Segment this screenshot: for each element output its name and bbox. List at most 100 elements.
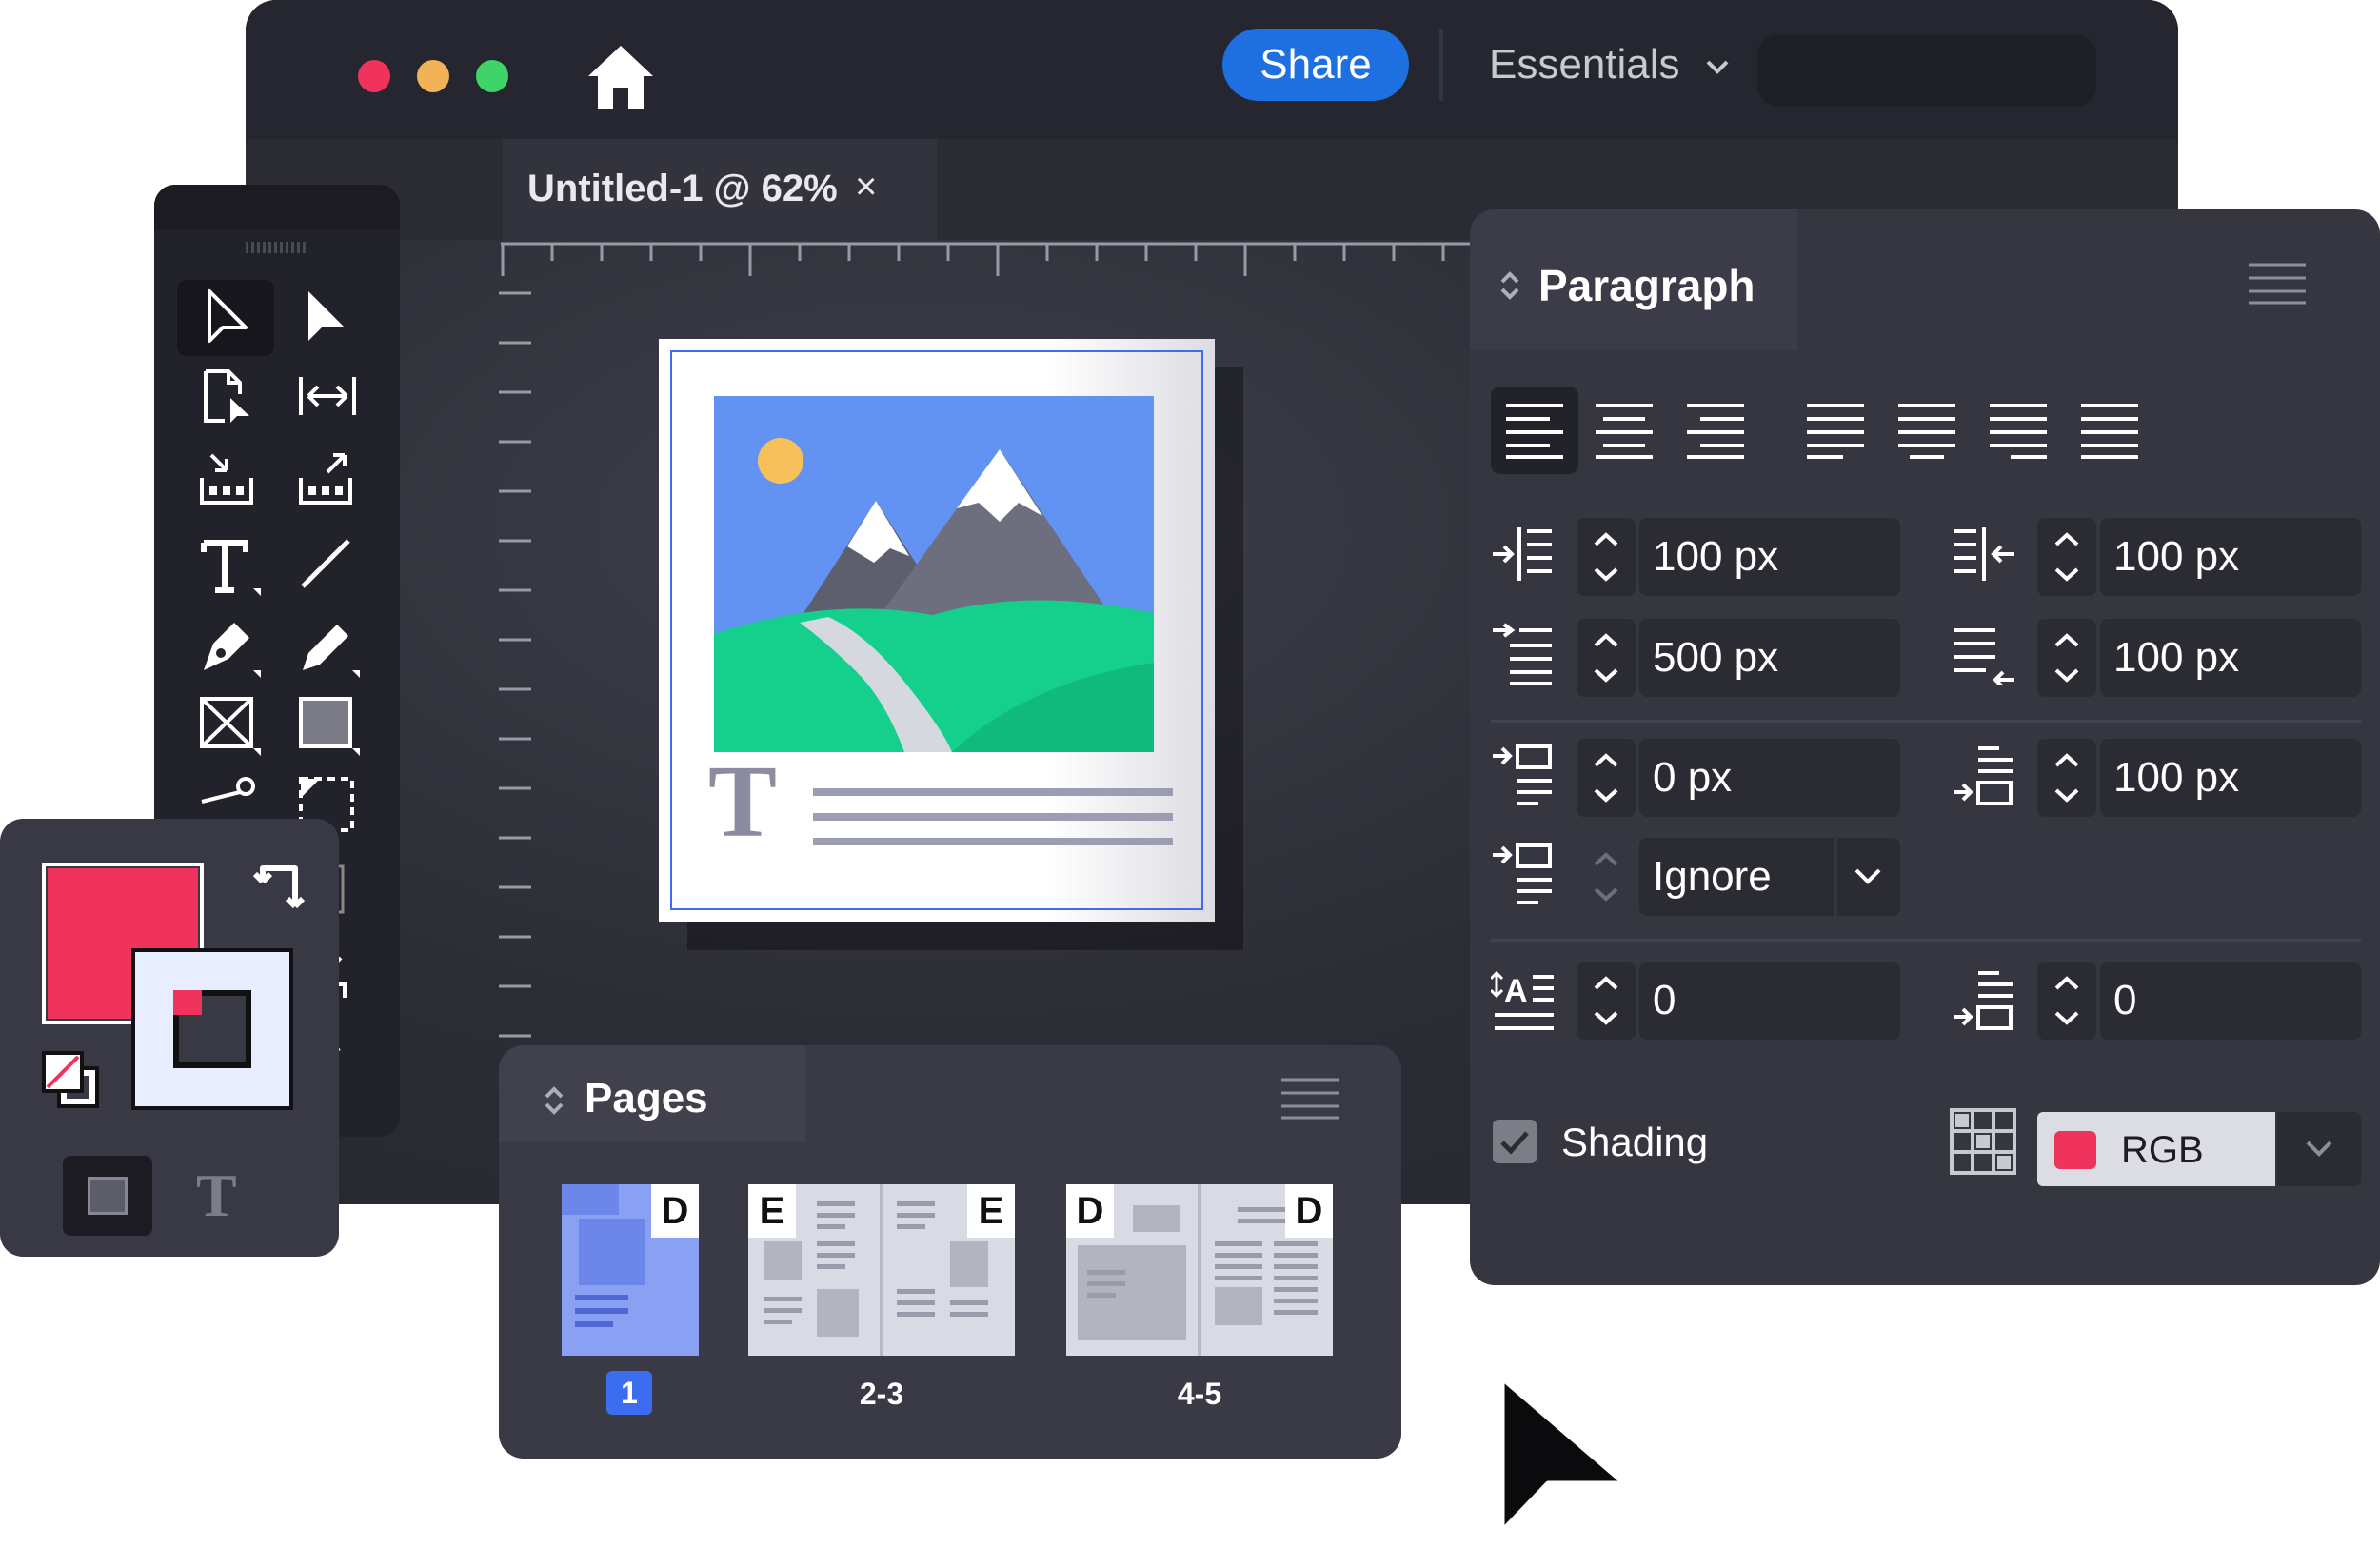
justify-left-icon[interactable] <box>1805 400 1866 461</box>
stroke-color-swatch[interactable] <box>131 948 293 1110</box>
document-tab-title: Untitled-1 @ 62% <box>527 168 838 209</box>
align-to-grid-icon <box>1493 843 1552 904</box>
tools-panel-grip[interactable] <box>154 185 400 253</box>
space-after-icon <box>1954 746 2013 805</box>
text-line <box>813 838 1173 845</box>
select-divider <box>1834 838 1837 916</box>
page-thumbnail[interactable]: D <box>562 1184 699 1356</box>
close-window-button[interactable] <box>358 60 390 92</box>
scissors-tool-icon[interactable] <box>196 773 265 821</box>
page-number-badge[interactable]: 1 <box>606 1371 652 1415</box>
section-divider <box>1491 939 2361 942</box>
shading-label: Shading <box>1561 1120 1709 1164</box>
spread-thumbnail[interactable]: D D <box>1066 1184 1333 1356</box>
color-mode-dropdown[interactable] <box>2277 1112 2361 1186</box>
drop-cap-characters-stepper[interactable] <box>2037 962 2096 1040</box>
default-colors-icon[interactable] <box>38 1047 105 1114</box>
text-placeholder-glyph: T <box>708 745 778 859</box>
document-page[interactable]: T <box>659 339 1215 922</box>
chevron-down-icon[interactable] <box>1851 861 1885 893</box>
vertical-ruler <box>499 291 531 1038</box>
rectangle-frame-tool-icon[interactable] <box>196 693 265 760</box>
search-input[interactable] <box>1757 34 2096 107</box>
drop-cap-lines-field[interactable]: 0 <box>1639 962 1900 1040</box>
first-line-indent-icon <box>1493 623 1552 685</box>
maximize-window-button[interactable] <box>476 60 508 92</box>
justify-right-icon[interactable] <box>1988 400 2049 461</box>
right-indent-field[interactable]: 100 px <box>2100 518 2361 596</box>
home-icon[interactable] <box>585 40 657 112</box>
chevron-down-icon <box>1706 60 1729 75</box>
page-label[interactable]: 2-3 <box>843 1375 920 1413</box>
color-mode-label: RGB <box>2121 1129 2204 1171</box>
space-after-field[interactable]: 100 px <box>2100 739 2361 817</box>
align-left-icon[interactable] <box>1504 400 1565 461</box>
space-before-field[interactable]: 0 px <box>1639 739 1900 817</box>
align-center-icon[interactable] <box>1594 400 1655 461</box>
align-to-grid-stepper[interactable] <box>1577 838 1636 916</box>
first-line-indent-field[interactable]: 500 px <box>1639 619 1900 697</box>
paragraph-panel: Paragraph 100 px 100 px 500 px 100 px 0 … <box>1470 209 2380 1285</box>
justify-all-icon[interactable] <box>2079 400 2140 461</box>
rectangle-tool-icon[interactable] <box>295 693 364 760</box>
checkmark-icon <box>1500 1131 1529 1155</box>
page-tool-icon[interactable] <box>196 366 257 427</box>
last-line-indent-icon <box>1954 628 2014 685</box>
page-label[interactable]: 4-5 <box>1161 1375 1238 1413</box>
content-placer-icon[interactable] <box>295 449 356 510</box>
space-before-stepper[interactable] <box>1577 739 1636 817</box>
panel-collapse-icon[interactable] <box>541 1082 567 1120</box>
title-bar: Share Essentials <box>246 0 2178 139</box>
align-right-icon[interactable] <box>1685 400 1746 461</box>
drop-cap-lines-stepper[interactable] <box>1577 962 1636 1040</box>
panel-collapse-icon[interactable] <box>1497 267 1523 305</box>
workspace-switcher[interactable]: Essentials <box>1489 36 1734 93</box>
apply-to-text-button[interactable]: T <box>196 1158 237 1234</box>
close-tab-button[interactable]: × <box>855 162 877 211</box>
panel-menu-icon[interactable] <box>2245 259 2310 308</box>
direct-selection-tool-icon[interactable] <box>295 286 356 350</box>
master-page-letter: E <box>748 1184 796 1238</box>
content-collector-icon[interactable] <box>196 449 257 510</box>
pages-panel-title: Pages <box>585 1075 708 1121</box>
apply-to-container-button[interactable] <box>63 1156 152 1236</box>
minimize-window-button[interactable] <box>417 60 449 92</box>
align-to-grid-value: Ignore <box>1653 853 1772 900</box>
panel-menu-icon[interactable] <box>1278 1074 1342 1123</box>
line-tool-icon[interactable] <box>295 533 356 594</box>
chevron-down-icon <box>2306 1141 2332 1157</box>
shading-color-select[interactable]: RGB <box>2037 1112 2275 1186</box>
last-line-indent-stepper[interactable] <box>2037 619 2096 697</box>
mouse-cursor-icon <box>1499 1376 1627 1534</box>
master-page-letter: D <box>651 1184 699 1238</box>
share-button[interactable]: Share <box>1222 29 1409 101</box>
swap-colors-icon[interactable] <box>251 855 318 922</box>
drop-cap-characters-icon <box>1954 971 2013 1030</box>
left-indent-stepper[interactable] <box>1577 518 1636 596</box>
drop-cap-lines-icon: A <box>1491 970 1554 1030</box>
gap-tool-icon[interactable] <box>295 366 360 427</box>
text-line <box>813 788 1173 796</box>
left-indent-field[interactable]: 100 px <box>1639 518 1900 596</box>
justify-center-icon[interactable] <box>1896 400 1957 461</box>
type-tool-icon[interactable] <box>196 533 265 600</box>
paragraph-panel-title: Paragraph <box>1538 261 1755 310</box>
space-after-stepper[interactable] <box>2037 739 2096 817</box>
selection-tool-icon[interactable] <box>196 286 257 350</box>
pen-tool-icon[interactable] <box>196 615 265 682</box>
placeholder-image-icon <box>714 396 1154 752</box>
master-page-letter: D <box>1066 1184 1114 1238</box>
grid-icon[interactable] <box>1950 1108 2016 1175</box>
master-page-letter: D <box>1285 1184 1333 1238</box>
color-panel: T <box>0 819 339 1257</box>
right-indent-stepper[interactable] <box>2037 518 2096 596</box>
drop-cap-characters-field[interactable]: 0 <box>2100 962 2361 1040</box>
first-line-indent-stepper[interactable] <box>1577 619 1636 697</box>
shading-checkbox[interactable] <box>1493 1120 1537 1163</box>
pages-panel: Pages D 1 E E 2-3 D D 4-5 <box>499 1045 1401 1459</box>
text-line <box>813 813 1173 821</box>
pencil-tool-icon[interactable] <box>295 615 364 682</box>
last-line-indent-field[interactable]: 100 px <box>2100 619 2361 697</box>
spread-thumbnail[interactable]: E E <box>748 1184 1015 1356</box>
space-before-icon <box>1493 744 1552 805</box>
